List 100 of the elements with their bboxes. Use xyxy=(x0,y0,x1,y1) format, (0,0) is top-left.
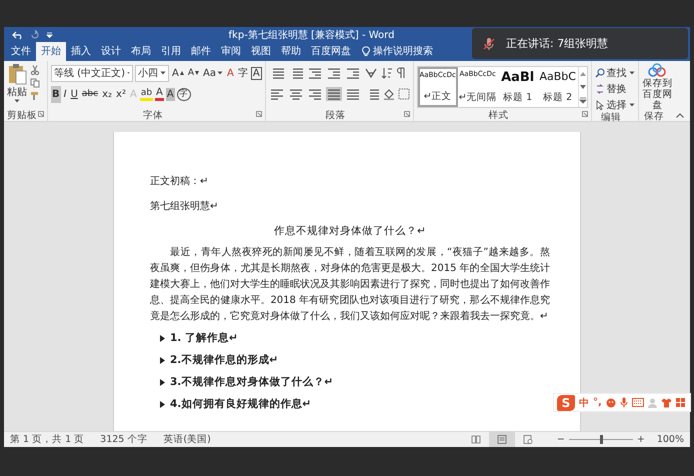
ribbon-tab[interactable]: 插入 xyxy=(66,42,96,61)
ribbon-tab[interactable]: 视图 xyxy=(246,42,276,61)
group-label: 样式 xyxy=(488,109,509,122)
grid-icon[interactable] xyxy=(676,398,685,407)
justify-icon[interactable] xyxy=(326,87,342,101)
dialog-launcher-icon[interactable] xyxy=(38,111,44,117)
save-to-cloud-button[interactable]: 保存到 百度网盘 xyxy=(642,78,673,111)
ribbon-tab[interactable]: 布局 xyxy=(126,42,156,61)
highlight-button[interactable]: ab xyxy=(140,88,154,100)
font-name-field[interactable]: 等线 (中文正文) xyxy=(51,64,133,82)
grow-font-button[interactable]: A xyxy=(171,64,185,82)
paintbrush-icon[interactable] xyxy=(30,91,40,101)
font-size-field[interactable]: 小四 xyxy=(135,64,169,82)
group-label: 字体 xyxy=(142,109,163,122)
format-button[interactable]: x₂ xyxy=(101,86,114,102)
replace-button[interactable]: 替换 xyxy=(594,81,635,96)
ribbon-tab[interactable]: 开始 xyxy=(36,42,66,61)
align-right-icon[interactable] xyxy=(306,87,323,101)
scroll-up-icon[interactable] xyxy=(578,70,587,76)
multilevel-list-icon[interactable] xyxy=(306,66,323,80)
redo-icon[interactable] xyxy=(30,30,40,40)
document-title: 作息不规律对身体做了什么？↵ xyxy=(273,224,427,239)
dialog-launcher-icon[interactable] xyxy=(404,111,410,117)
section-heading: 2.不规律作息的形成↵ xyxy=(170,353,278,368)
format-button[interactable]: abc xyxy=(80,86,100,102)
dialog-launcher-icon[interactable] xyxy=(256,111,262,117)
language: 英语(美国) xyxy=(163,433,211,446)
borders-icon[interactable] xyxy=(398,88,410,100)
sort-icon[interactable] xyxy=(380,67,393,79)
caret-icon[interactable] xyxy=(160,71,166,75)
collapse-triangle-icon[interactable] xyxy=(160,357,165,364)
increase-indent-icon[interactable] xyxy=(344,66,361,80)
more-styles-icon[interactable] xyxy=(578,96,587,104)
scroll-down-icon[interactable] xyxy=(578,84,587,90)
character-shading-button[interactable]: A xyxy=(166,88,175,100)
dialog-launcher-icon[interactable] xyxy=(582,111,588,117)
caret-icon[interactable] xyxy=(216,71,223,75)
style-item[interactable]: AaBl 标题 1 xyxy=(498,67,538,107)
collapse-triangle-icon[interactable] xyxy=(160,335,165,342)
format-button[interactable]: U xyxy=(70,86,79,102)
punctuation-toggle[interactable]: °, xyxy=(593,397,602,408)
shirt-icon[interactable] xyxy=(660,398,672,408)
style-name: ↵正文 xyxy=(424,90,452,103)
smiley-icon[interactable] xyxy=(606,398,616,408)
format-button[interactable]: B xyxy=(51,86,61,102)
scissors-icon[interactable] xyxy=(30,65,40,75)
lightbulb-icon[interactable] xyxy=(362,46,370,56)
ribbon-tab[interactable]: 百度网盘 xyxy=(306,42,356,61)
cloud-icon[interactable] xyxy=(648,63,666,77)
microphone-icon[interactable] xyxy=(620,397,628,408)
zoom-slider-thumb[interactable] xyxy=(600,435,603,444)
paste-button[interactable]: 粘贴 xyxy=(7,85,27,99)
zoom-in-button[interactable]: + xyxy=(636,434,645,445)
format-button[interactable]: I xyxy=(62,86,68,102)
shading-bucket-icon[interactable] xyxy=(382,88,395,100)
style-item[interactable]: AaBbC 标题 2 xyxy=(538,67,578,107)
ribbon-tab[interactable]: 文件 xyxy=(6,42,36,61)
caret-icon[interactable] xyxy=(628,102,635,106)
copy-icon[interactable] xyxy=(30,78,40,88)
find-button[interactable]: 查找 xyxy=(594,65,635,80)
ribbon-tab[interactable]: 邮件 xyxy=(186,42,216,61)
collapse-triangle-icon[interactable] xyxy=(160,401,165,408)
distributed-icon[interactable] xyxy=(344,87,361,101)
print-layout-icon[interactable] xyxy=(488,432,515,447)
undo-icon[interactable] xyxy=(12,30,24,40)
format-button[interactable]: x² xyxy=(115,86,127,102)
zoom-percent[interactable]: 100% xyxy=(656,434,684,445)
collapse-triangle-icon[interactable] xyxy=(160,379,165,386)
style-name: 标题 2 xyxy=(543,91,572,104)
decrease-indent-icon[interactable] xyxy=(326,66,342,80)
tell-me-search[interactable]: 操作说明搜索 xyxy=(373,44,433,58)
text-line: 第七组张明慧↵ xyxy=(150,200,220,214)
clear-formatting-button[interactable]: A xyxy=(226,64,235,82)
collapse-ribbon-icon[interactable] xyxy=(676,113,684,118)
align-left-icon[interactable] xyxy=(268,87,285,101)
group-label: 保存 xyxy=(644,110,664,123)
align-center-icon[interactable] xyxy=(288,87,304,101)
replace-icon xyxy=(594,84,605,94)
caret-icon[interactable] xyxy=(628,70,635,74)
keyboard-icon[interactable] xyxy=(632,398,644,407)
shrink-font-button[interactable]: A xyxy=(186,64,200,82)
input-method-logo[interactable]: S xyxy=(557,394,575,410)
section-heading: 3.不规律作息对身体做了什么？↵ xyxy=(170,375,334,390)
phonetic-guide-button[interactable]: 字 xyxy=(236,64,249,82)
select-button[interactable]: 选择 xyxy=(594,97,635,112)
enclose-character-button[interactable]: 字 xyxy=(176,88,191,100)
ribbon-tab[interactable]: 引用 xyxy=(156,42,186,61)
caret-icon[interactable] xyxy=(14,99,20,103)
clipboard-icon[interactable] xyxy=(7,63,27,85)
style-name: 标题 1 xyxy=(503,91,532,104)
zoom-out-button[interactable]: − xyxy=(556,434,565,445)
page-count: 第 1 页，共 1 页 xyxy=(10,433,84,446)
character-border-button[interactable]: A xyxy=(250,66,262,80)
change-case-button[interactable]: Aa xyxy=(202,64,224,82)
customize-toolbar-icon[interactable] xyxy=(46,32,53,38)
input-mode-toggle[interactable]: 中 xyxy=(579,396,589,410)
ribbon-tab[interactable]: 审阅 xyxy=(216,42,246,61)
ribbon-tab[interactable]: 帮助 xyxy=(276,42,306,61)
paragraph-mark-icon[interactable] xyxy=(396,67,406,79)
ribbon-tab[interactable]: 设计 xyxy=(96,42,126,61)
